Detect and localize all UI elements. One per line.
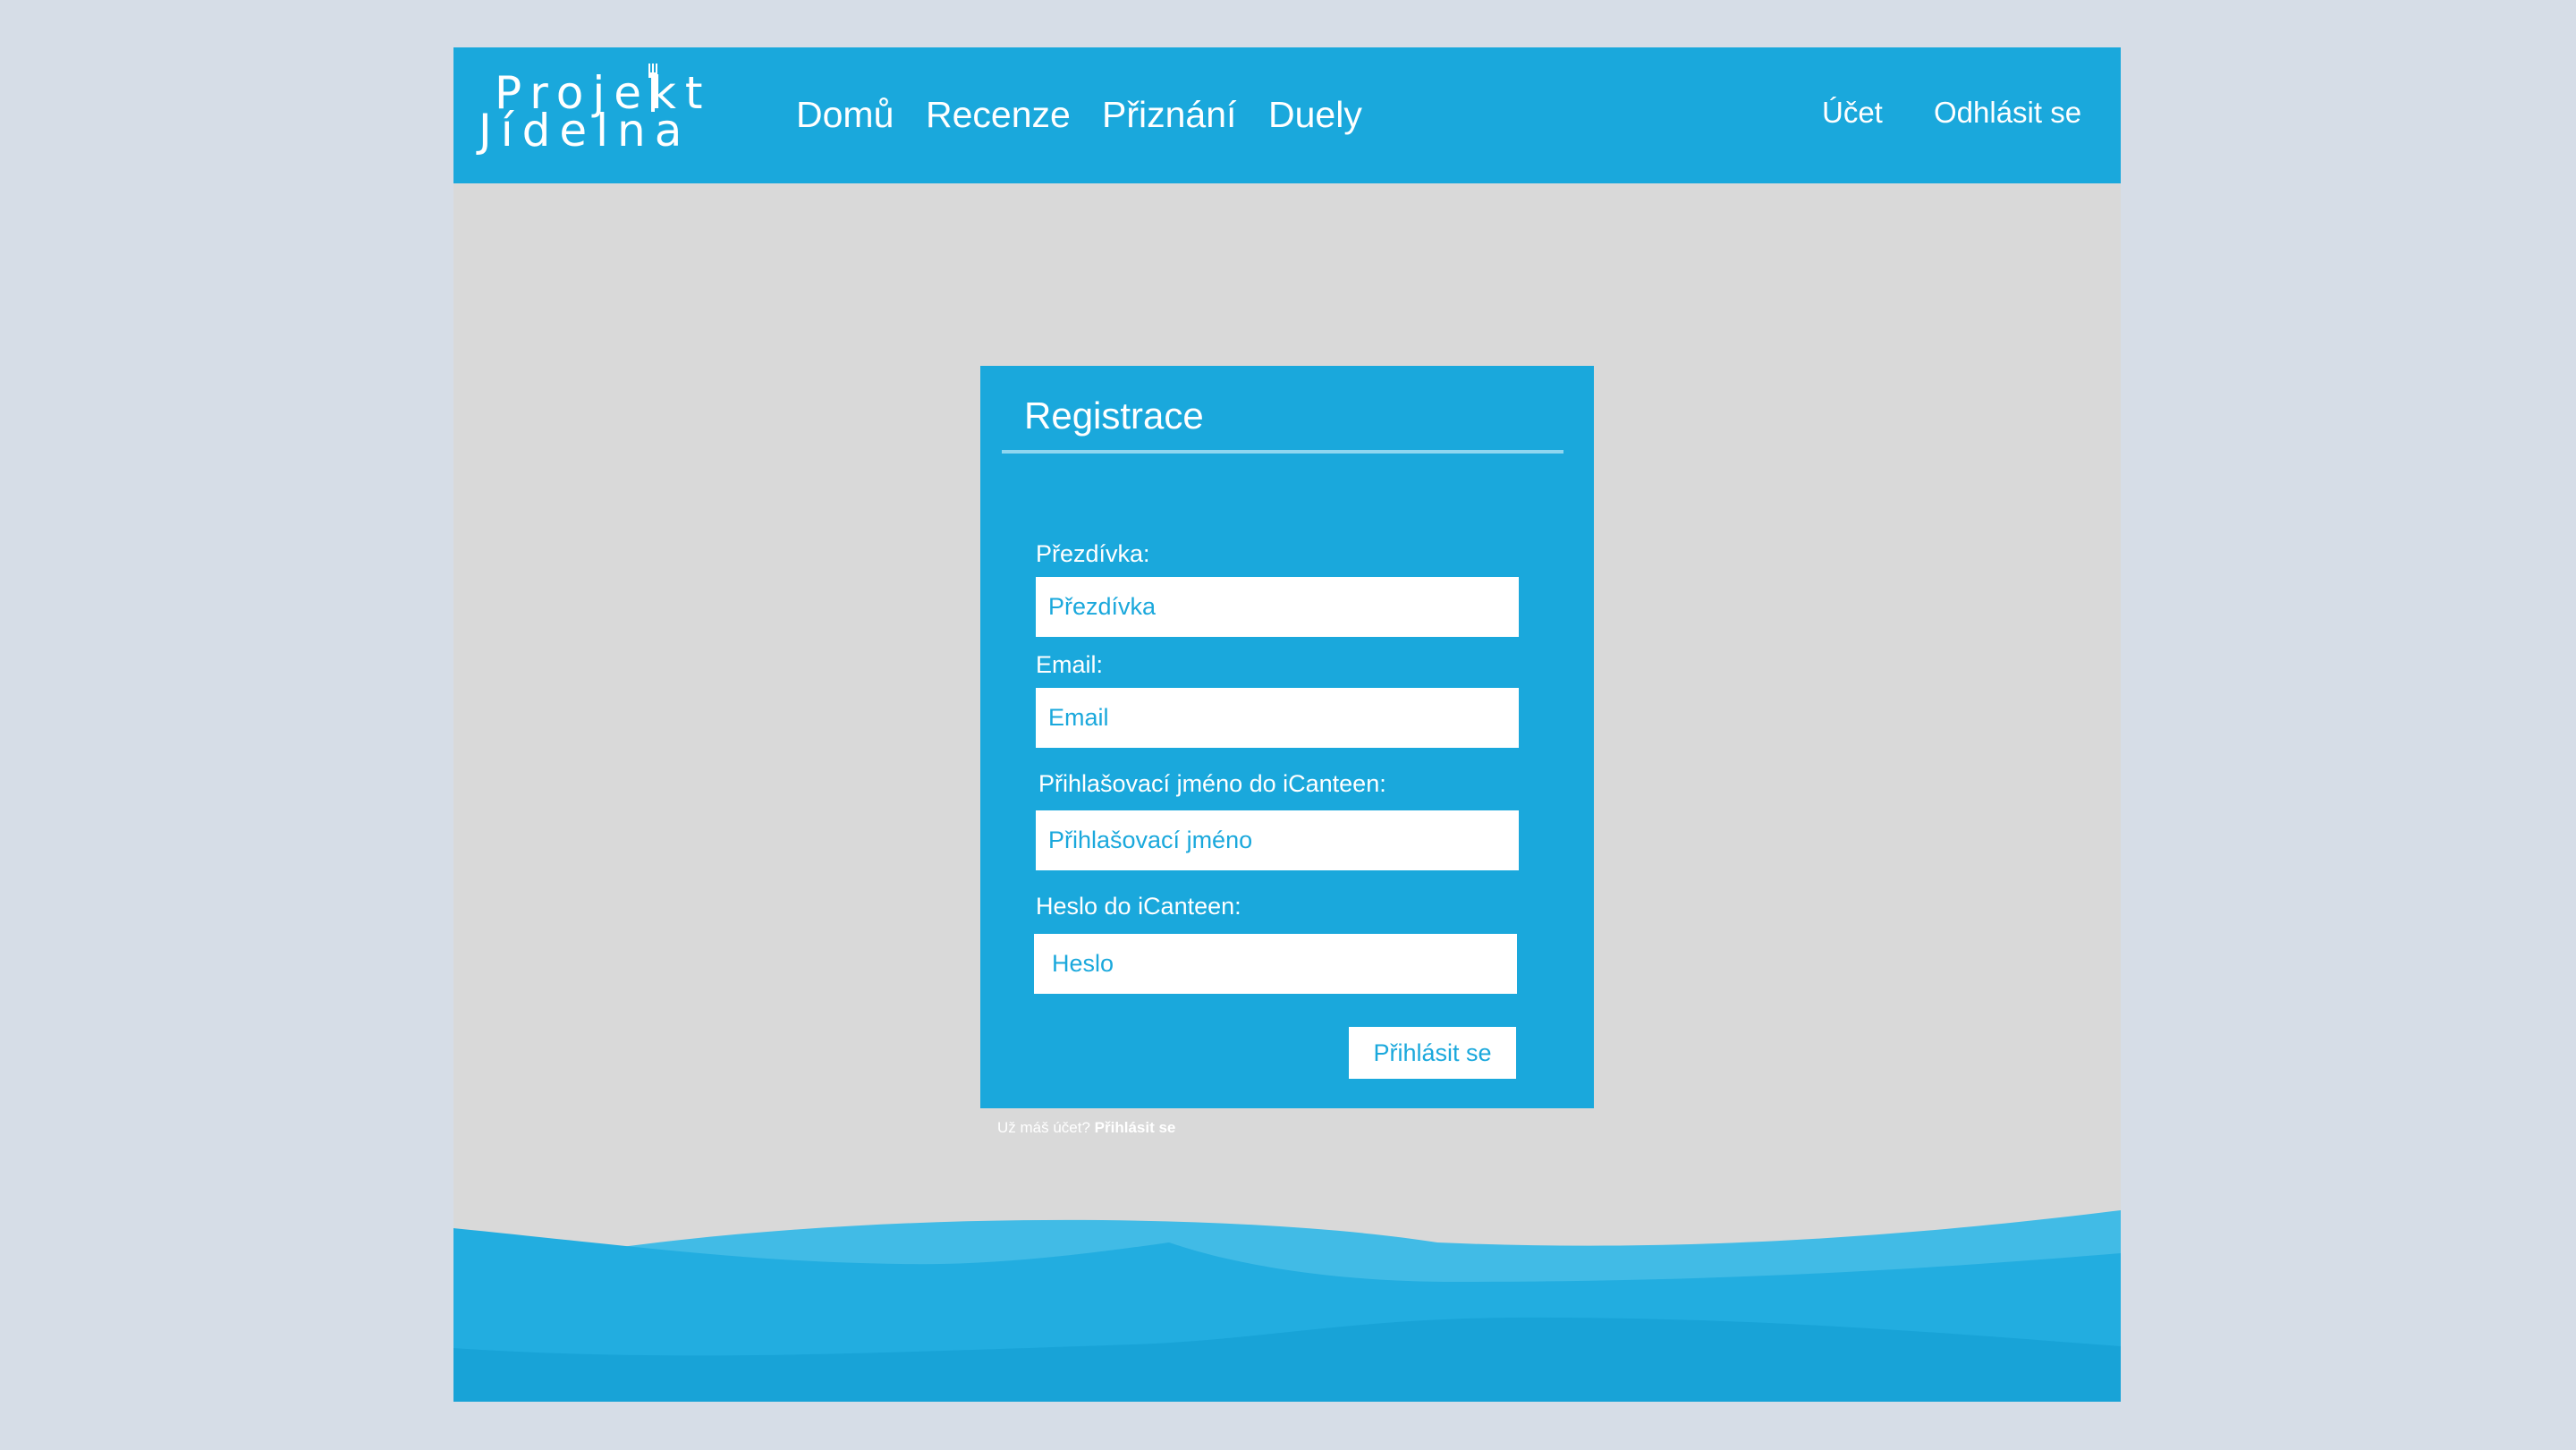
icanteen-password-label: Heslo do iCanteen: (1036, 893, 1241, 920)
login-link[interactable]: Přihlásit se (1095, 1119, 1176, 1136)
nav-item-confessions[interactable]: Přiznání (1102, 94, 1236, 136)
icanteen-username-label: Přihlašovací jméno do iCanteen: (1038, 770, 1386, 797)
brand-logo-line-2: Jídelna (479, 105, 691, 157)
fork-icon (648, 64, 657, 112)
nickname-input[interactable] (1036, 577, 1519, 637)
registration-card: Registrace Přezdívka: Email: Přihlašovac… (980, 366, 1594, 1136)
registration-title: Registrace (1024, 394, 1204, 437)
nav-item-reviews[interactable]: Recenze (926, 94, 1071, 136)
icanteen-password-input[interactable] (1034, 934, 1517, 994)
app-frame: Projekt Jídelna Domů Recenze Přiznání Du… (453, 47, 2121, 1402)
icanteen-username-input[interactable] (1036, 810, 1519, 870)
brand-logo[interactable]: Projekt Jídelna (475, 64, 703, 171)
title-divider (1002, 450, 1563, 454)
nav-logout-link[interactable]: Odhlásit se (1934, 96, 2081, 130)
login-prompt-text: Už máš účet? (997, 1119, 1090, 1136)
nav-item-home[interactable]: Domů (796, 94, 894, 136)
nav-item-duels[interactable]: Duely (1268, 94, 1362, 136)
nav-account-link[interactable]: Účet (1822, 96, 1883, 130)
submit-button[interactable]: Přihlásit se (1349, 1027, 1516, 1079)
email-label: Email: (1036, 651, 1104, 678)
login-prompt: Už máš účet? Přihlásit se (997, 1119, 1175, 1137)
email-input[interactable] (1036, 688, 1519, 748)
nickname-label: Přezdívka: (1036, 540, 1150, 567)
top-navbar: Projekt Jídelna Domů Recenze Přiznání Du… (453, 47, 2121, 183)
decorative-waves (453, 1210, 2121, 1402)
